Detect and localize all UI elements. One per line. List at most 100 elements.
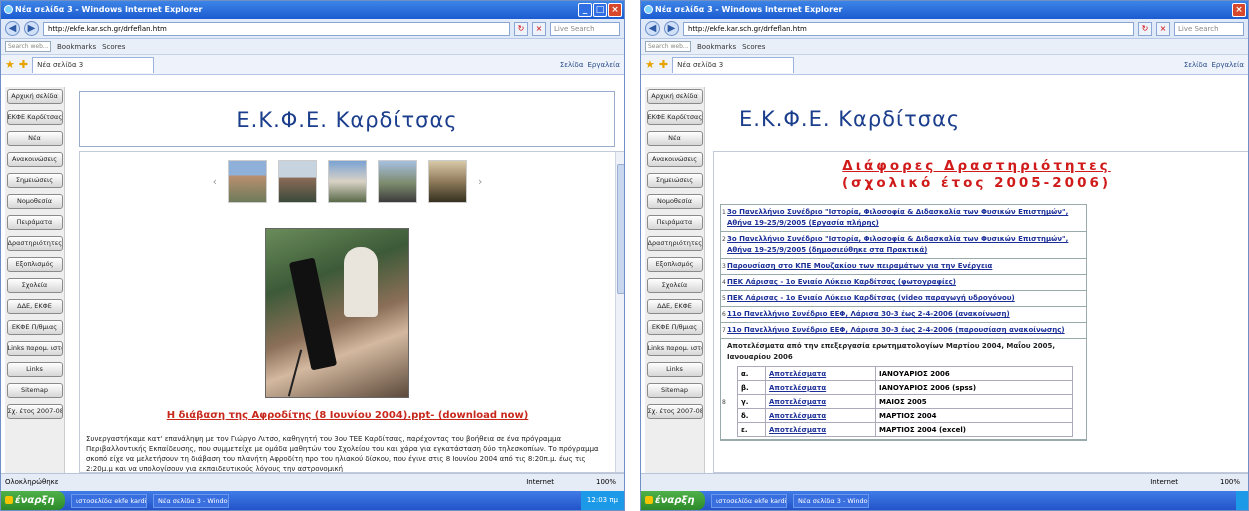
sidebar-button[interactable]: Links παρομ. ιστών	[6, 341, 63, 356]
maximize-button[interactable]: □	[593, 3, 607, 17]
favorites-star-icon[interactable]: ★	[645, 58, 655, 71]
results-link[interactable]: Αποτελέσματα	[765, 394, 876, 409]
refresh-icon[interactable]: ↻	[514, 21, 528, 36]
tools-menu[interactable]: Εργαλεία	[1211, 61, 1244, 69]
add-favorites-icon[interactable]: ✚	[659, 58, 668, 71]
sidebar-button[interactable]: Δραστηριότητες	[646, 236, 703, 251]
toolbar-bookmarks[interactable]: Bookmarks	[57, 43, 96, 51]
sidebar-button[interactable]: Αρχική σελίδα	[646, 89, 703, 104]
sidebar-button[interactable]: Νομοθεσία	[646, 194, 703, 209]
left-browser-window: Νέα σελίδα 3 - Windows Internet Explorer…	[0, 0, 625, 511]
gallery-next-icon[interactable]: ›	[478, 175, 482, 188]
gallery-thumb[interactable]	[378, 160, 417, 203]
toolbar-scores[interactable]: Scores	[742, 43, 765, 51]
sidebar-button[interactable]: Links παρομ. ιστών	[646, 341, 703, 356]
toolbar-search-input[interactable]: Search web...	[645, 41, 691, 52]
activity-link[interactable]: Παρουσίαση στο ΚΠΕ Μουζακίου των πειραμά…	[727, 262, 992, 270]
sidebar-button[interactable]: Sitemap	[646, 383, 703, 398]
sidebar-button[interactable]: Εξοπλισμός	[646, 257, 703, 272]
gallery-thumb[interactable]	[328, 160, 367, 203]
sidebar-button[interactable]: Σημειώσεις	[646, 173, 703, 188]
sidebar-button[interactable]: Sitemap	[6, 383, 63, 398]
activity-link[interactable]: 11ο Πανελλήνιο Συνέδριο ΕΕΦ, Λάρισα 30-3…	[727, 310, 1010, 318]
activity-link[interactable]: ΠΕΚ Λάρισας - 1ο Ενιαίο Λύκειο Καρδίτσας…	[727, 278, 956, 286]
sidebar-button[interactable]: ΕΚΦΕ Π/θμιας	[6, 320, 63, 335]
download-link[interactable]: Η διάβαση της Αφροδίτης (8 Ιουνίου 2004)…	[80, 410, 615, 421]
minimize-button[interactable]: _	[578, 3, 592, 17]
activity-link[interactable]: ΠΕΚ Λάρισας - 1ο Ενιαίο Λύκειο Καρδίτσας…	[727, 294, 1015, 302]
taskbar-item[interactable]: Νέα σελίδα 3 - Windo...	[153, 493, 229, 508]
vertical-scrollbar[interactable]	[615, 152, 624, 472]
gallery-thumbnails: ‹ ›	[80, 160, 615, 203]
activity-link[interactable]: 3ο Πανελλήνιο Συνέδριο "Ιστορία, Φιλοσοφ…	[727, 208, 1068, 227]
sidebar-button[interactable]: ΔΔΕ, ΕΚΦΕ	[646, 299, 703, 314]
sidebar-button[interactable]: ΕΚΦΕ Καρδίτσας	[6, 110, 63, 125]
sidebar-button[interactable]: Νέα	[646, 131, 703, 146]
taskbar-item[interactable]: Νέα σελίδα 3 - Windo...	[793, 493, 869, 508]
add-favorites-icon[interactable]: ✚	[19, 58, 28, 71]
refresh-icon[interactable]: ↻	[1138, 21, 1152, 36]
gallery-prev-icon[interactable]: ‹	[213, 175, 217, 188]
sidebar-button[interactable]: Σχολεία	[6, 278, 63, 293]
gallery-thumb[interactable]	[228, 160, 267, 203]
gallery-thumb[interactable]	[278, 160, 317, 203]
sidebar-button[interactable]: Νομοθεσία	[6, 194, 63, 209]
results-link[interactable]: Αποτελέσματα	[765, 408, 876, 423]
page-menu[interactable]: Σελίδα	[1184, 61, 1208, 69]
toolbar-bookmarks[interactable]: Bookmarks	[697, 43, 736, 51]
zoom-level[interactable]: 100%	[596, 474, 616, 491]
sidebar-button[interactable]: Links	[646, 362, 703, 377]
sidebar-button[interactable]: Ανακοινώσεις	[646, 152, 703, 167]
url-field[interactable]: http://ekfe.kar.sch.gr/drfeflan.htm	[683, 21, 1134, 36]
taskbar-item[interactable]: ιστοσελίδα ekfe karditsa...	[71, 493, 147, 508]
back-icon[interactable]: ◀	[5, 21, 20, 36]
sidebar-button[interactable]: ΕΚΦΕ Π/θμιας	[646, 320, 703, 335]
sidebar-button[interactable]: Πειράματα	[646, 215, 703, 230]
zoom-level[interactable]: 100%	[1220, 474, 1240, 491]
start-button[interactable]: έναρξη	[1, 491, 65, 510]
sidebar-button[interactable]: Σημειώσεις	[6, 173, 63, 188]
taskbar-item[interactable]: ιστοσελίδα ekfe karditsa...	[711, 493, 787, 508]
toolbar-search-input[interactable]: Search web...	[5, 41, 51, 52]
tools-menu[interactable]: Εργαλεία	[587, 61, 620, 69]
sidebar-button[interactable]: Σχολεία	[646, 278, 703, 293]
sidebar-button[interactable]: Links	[6, 362, 63, 377]
sidebar-button[interactable]: Εξοπλισμός	[6, 257, 63, 272]
favorites-star-icon[interactable]: ★	[5, 58, 15, 71]
sidebar-button[interactable]: Νέα	[6, 131, 63, 146]
sidebar-button[interactable]: Δραστηριότητες	[6, 236, 63, 251]
address-bar: ◀ ▶ http://ekfe.kar.sch.gr/drfeflan.htm …	[1, 19, 624, 39]
favorites-bar: ★ ✚ Νέα σελίδα 3 Σελίδα Εργαλεία	[1, 55, 624, 75]
live-search-input[interactable]: Live Search	[550, 21, 620, 36]
browser-tab[interactable]: Νέα σελίδα 3	[32, 56, 155, 73]
back-icon[interactable]: ◀	[645, 21, 660, 36]
forward-icon[interactable]: ▶	[664, 21, 679, 36]
sidebar-button[interactable]: ΕΚΦΕ Καρδίτσας	[646, 110, 703, 125]
scrollbar-thumb[interactable]	[617, 164, 624, 294]
sidebar-button[interactable]: Αρχική σελίδα	[6, 89, 63, 104]
sidebar-button[interactable]: Πειράματα	[6, 215, 63, 230]
sidebar-button[interactable]: Σχ. έτος 2007-08	[6, 404, 63, 419]
close-button[interactable]: ×	[608, 3, 622, 17]
results-link[interactable]: Αποτελέσματα	[765, 422, 876, 437]
live-search-input[interactable]: Live Search	[1174, 21, 1244, 36]
sidebar-button[interactable]: Σχ. έτος 2007-08	[646, 404, 703, 419]
activity-item: 5 ΠΕΚ Λάρισας - 1ο Ενιαίο Λύκειο Καρδίτσα…	[721, 291, 1086, 307]
close-button[interactable]: ×	[1232, 3, 1246, 17]
gallery-thumb[interactable]	[428, 160, 467, 203]
telescope-photo	[265, 228, 409, 398]
start-button[interactable]: έναρξη	[641, 491, 705, 510]
stop-icon[interactable]: ×	[1156, 21, 1170, 36]
results-link[interactable]: Αποτελέσματα	[765, 366, 876, 381]
toolbar-scores[interactable]: Scores	[102, 43, 125, 51]
page-menu[interactable]: Σελίδα	[560, 61, 584, 69]
forward-icon[interactable]: ▶	[24, 21, 39, 36]
url-field[interactable]: http://ekfe.kar.sch.gr/drfeflan.htm	[43, 21, 510, 36]
activity-link[interactable]: 11ο Πανελλήνιο Συνέδριο ΕΕΦ, Λάρισα 30-3…	[727, 326, 1065, 334]
results-link[interactable]: Αποτελέσματα	[765, 380, 876, 395]
activity-link[interactable]: 3ο Πανελλήνιο Συνέδριο "Ιστορία, Φιλοσοφ…	[727, 235, 1068, 254]
stop-icon[interactable]: ×	[532, 21, 546, 36]
sidebar-button[interactable]: ΔΔΕ, ΕΚΦΕ	[6, 299, 63, 314]
browser-tab[interactable]: Νέα σελίδα 3	[672, 56, 795, 73]
sidebar-button[interactable]: Ανακοινώσεις	[6, 152, 63, 167]
